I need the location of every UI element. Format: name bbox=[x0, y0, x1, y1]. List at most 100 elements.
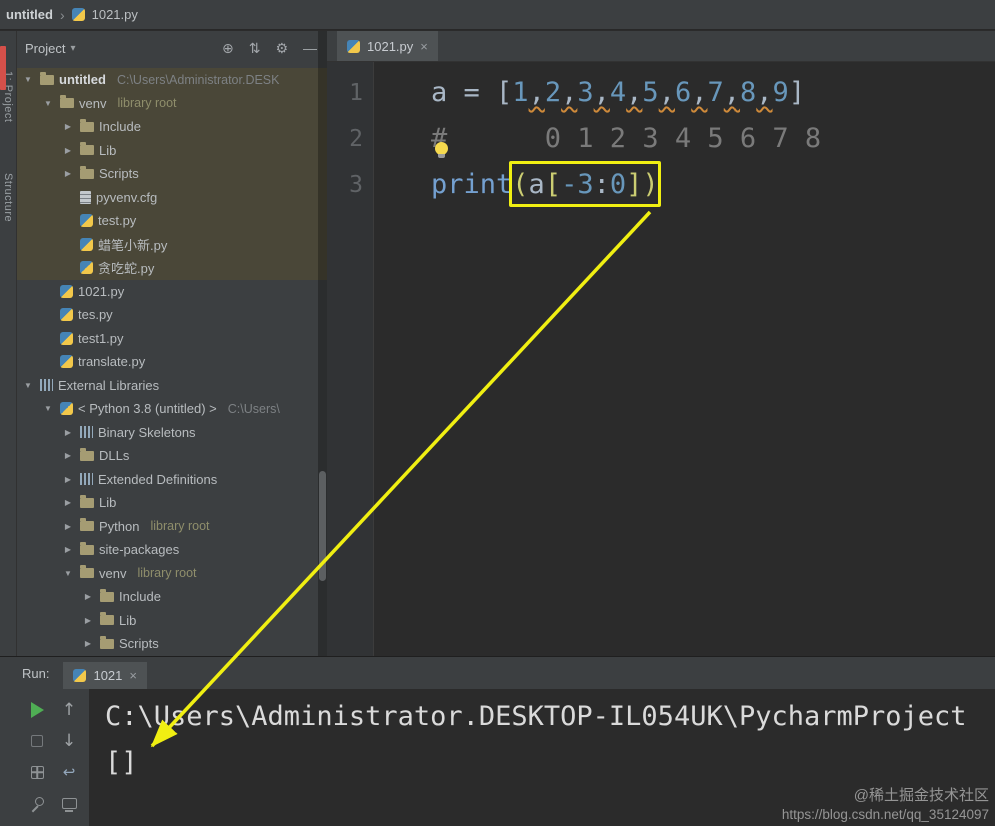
tree-item[interactable]: ▶ Scripts bbox=[17, 162, 327, 186]
stop-button[interactable] bbox=[21, 730, 53, 752]
tree-item-label: Lib bbox=[119, 612, 137, 628]
tree-item[interactable]: ▶ Lib bbox=[17, 609, 327, 633]
tree-item[interactable]: test.py bbox=[17, 209, 327, 233]
run-label: Run: bbox=[22, 665, 50, 681]
tree-item-label: test.py bbox=[98, 213, 137, 229]
tree-item-label: Lib bbox=[99, 495, 117, 511]
chevron-collapsed-icon[interactable]: ▶ bbox=[61, 428, 75, 437]
code-token: = [ bbox=[447, 77, 513, 108]
tree-item[interactable]: ▶ Lib bbox=[17, 491, 327, 515]
tree-item[interactable]: ▼ untitled C:\Users\Administrator.DESK bbox=[17, 68, 327, 92]
down-stack-trace-button[interactable]: ↓ bbox=[53, 730, 85, 752]
chevron-expanded-icon[interactable]: ▼ bbox=[21, 75, 35, 84]
up-stack-trace-button[interactable]: ↑ bbox=[53, 699, 85, 721]
line-number: 1 bbox=[349, 80, 363, 106]
intention-bulb-icon[interactable] bbox=[435, 142, 448, 158]
hide-panel-icon[interactable]: — bbox=[303, 41, 317, 55]
collapse-all-icon[interactable]: ⇅ bbox=[249, 41, 261, 55]
tree-item[interactable]: ▶ DLLs bbox=[17, 444, 327, 468]
console-line: [] bbox=[105, 747, 138, 778]
tree-item[interactable]: ▼ External Libraries bbox=[17, 374, 327, 398]
chevron-collapsed-icon[interactable]: ▶ bbox=[61, 475, 75, 484]
tree-item-label: Include bbox=[119, 589, 161, 605]
tree-item[interactable]: ▼ venv library root bbox=[17, 91, 327, 115]
chevron-expanded-icon[interactable]: ▼ bbox=[21, 381, 35, 390]
soft-wrap-icon: ↩ bbox=[62, 763, 76, 781]
locate-file-icon[interactable]: ⊕ bbox=[222, 41, 234, 55]
tree-item-label: Scripts bbox=[119, 636, 159, 652]
pin-tab-button[interactable] bbox=[21, 792, 53, 814]
folder-icon bbox=[80, 142, 94, 156]
code-token: , bbox=[626, 77, 643, 108]
tree-item[interactable]: ▶ Binary Skeletons bbox=[17, 421, 327, 445]
chevron-expanded-icon[interactable]: ▼ bbox=[41, 404, 55, 413]
restore-layout-button[interactable] bbox=[21, 761, 53, 783]
tree-item-label: site-packages bbox=[99, 542, 180, 558]
chevron-collapsed-icon[interactable]: ▶ bbox=[61, 122, 75, 131]
chevron-collapsed-icon[interactable]: ▶ bbox=[61, 545, 75, 554]
code-token: 2 bbox=[544, 77, 562, 108]
folder-icon bbox=[80, 118, 94, 132]
code-token: , bbox=[691, 77, 708, 108]
chevron-collapsed-icon[interactable]: ▶ bbox=[81, 639, 95, 648]
chevron-expanded-icon[interactable]: ▼ bbox=[41, 99, 55, 108]
tree-item[interactable]: ▶ Scripts bbox=[17, 632, 327, 656]
run-tab-1021[interactable]: 1021 × bbox=[63, 662, 147, 689]
editor[interactable]: 123 a = [1,2,3,4,5,6,7,8,9] # 0 1 2 3 4 5… bbox=[327, 62, 995, 656]
breadcrumb-file[interactable]: 1021.py bbox=[92, 7, 138, 22]
tree-item[interactable]: ▶ Include bbox=[17, 115, 327, 139]
project-panel-title[interactable]: Project bbox=[25, 41, 65, 56]
scrollbar-thumb[interactable] bbox=[319, 471, 326, 581]
tree-item[interactable]: tes.py bbox=[17, 303, 327, 327]
tree-item[interactable]: 蜡笔小新.py bbox=[17, 232, 327, 256]
code-token: # 0 1 2 3 4 5 6 7 8 bbox=[431, 123, 822, 154]
chevron-collapsed-icon[interactable]: ▶ bbox=[81, 616, 95, 625]
tree-item[interactable]: 1021.py bbox=[17, 280, 327, 304]
chevron-collapsed-icon[interactable]: ▶ bbox=[81, 592, 95, 601]
code-area[interactable]: a = [1,2,3,4,5,6,7,8,9] # 0 1 2 3 4 5 6 7… bbox=[375, 62, 995, 656]
code-token: 6 bbox=[674, 77, 692, 108]
scroll-to-end-button[interactable] bbox=[53, 792, 85, 814]
chevron-expanded-icon[interactable]: ▼ bbox=[61, 569, 75, 578]
tree-item[interactable]: 贪吃蛇.py bbox=[17, 256, 327, 280]
tree-item[interactable]: ▶ Include bbox=[17, 585, 327, 609]
tree-item[interactable]: ▶ Lib bbox=[17, 138, 327, 162]
python-icon bbox=[60, 331, 73, 345]
tree-item-label: translate.py bbox=[78, 354, 146, 370]
tree-item[interactable]: ▼ < Python 3.8 (untitled) > C:\Users\ bbox=[17, 397, 327, 421]
soft-wrap-button[interactable]: ↩ bbox=[53, 761, 85, 783]
python-icon bbox=[60, 355, 73, 369]
tree-item[interactable]: ▶ Python library root bbox=[17, 515, 327, 539]
tree-item-label: Include bbox=[99, 119, 141, 135]
code-token: 3 bbox=[577, 77, 594, 108]
tree-item[interactable]: test1.py bbox=[17, 327, 327, 351]
chevron-collapsed-icon[interactable]: ▶ bbox=[61, 522, 75, 531]
python-icon bbox=[60, 308, 73, 322]
chevron-collapsed-icon[interactable]: ▶ bbox=[61, 169, 75, 178]
gear-icon[interactable]: ⚙ bbox=[275, 41, 288, 55]
chevron-collapsed-icon[interactable]: ▶ bbox=[61, 451, 75, 460]
rerun-button[interactable] bbox=[21, 699, 53, 721]
tree-item[interactable]: ▶ site-packages bbox=[17, 538, 327, 562]
tree-item[interactable]: translate.py bbox=[17, 350, 327, 374]
breadcrumb-project[interactable]: untitled bbox=[6, 7, 53, 22]
editor-tab-1021py[interactable]: 1021.py × bbox=[337, 31, 438, 61]
tree-item[interactable]: pyvenv.cfg bbox=[17, 185, 327, 209]
code-line[interactable]: # 0 1 2 3 4 5 6 7 8 bbox=[431, 116, 995, 162]
chevron-collapsed-icon[interactable]: ▶ bbox=[61, 498, 75, 507]
chevron-collapsed-icon[interactable]: ▶ bbox=[61, 146, 75, 155]
tree-item-suffix: library root bbox=[117, 96, 177, 111]
line-number: 2 bbox=[349, 126, 363, 152]
tree-item-label: 蜡笔小新.py bbox=[98, 237, 168, 253]
tree-item[interactable]: ▶ Extended Definitions bbox=[17, 468, 327, 492]
tree-item-label: Extended Definitions bbox=[98, 471, 218, 487]
code-token: 4 bbox=[609, 77, 627, 108]
code-line[interactable]: a = [1,2,3,4,5,6,7,8,9] bbox=[431, 70, 995, 116]
code-token: ] bbox=[788, 77, 806, 108]
python-icon bbox=[60, 284, 73, 298]
stripe-button-structure[interactable]: Structure bbox=[2, 173, 14, 222]
tree-item[interactable]: ▼ venv library root bbox=[17, 562, 327, 586]
python-file-icon bbox=[347, 39, 360, 53]
close-icon[interactable]: × bbox=[420, 39, 428, 54]
close-icon[interactable]: × bbox=[129, 668, 137, 683]
